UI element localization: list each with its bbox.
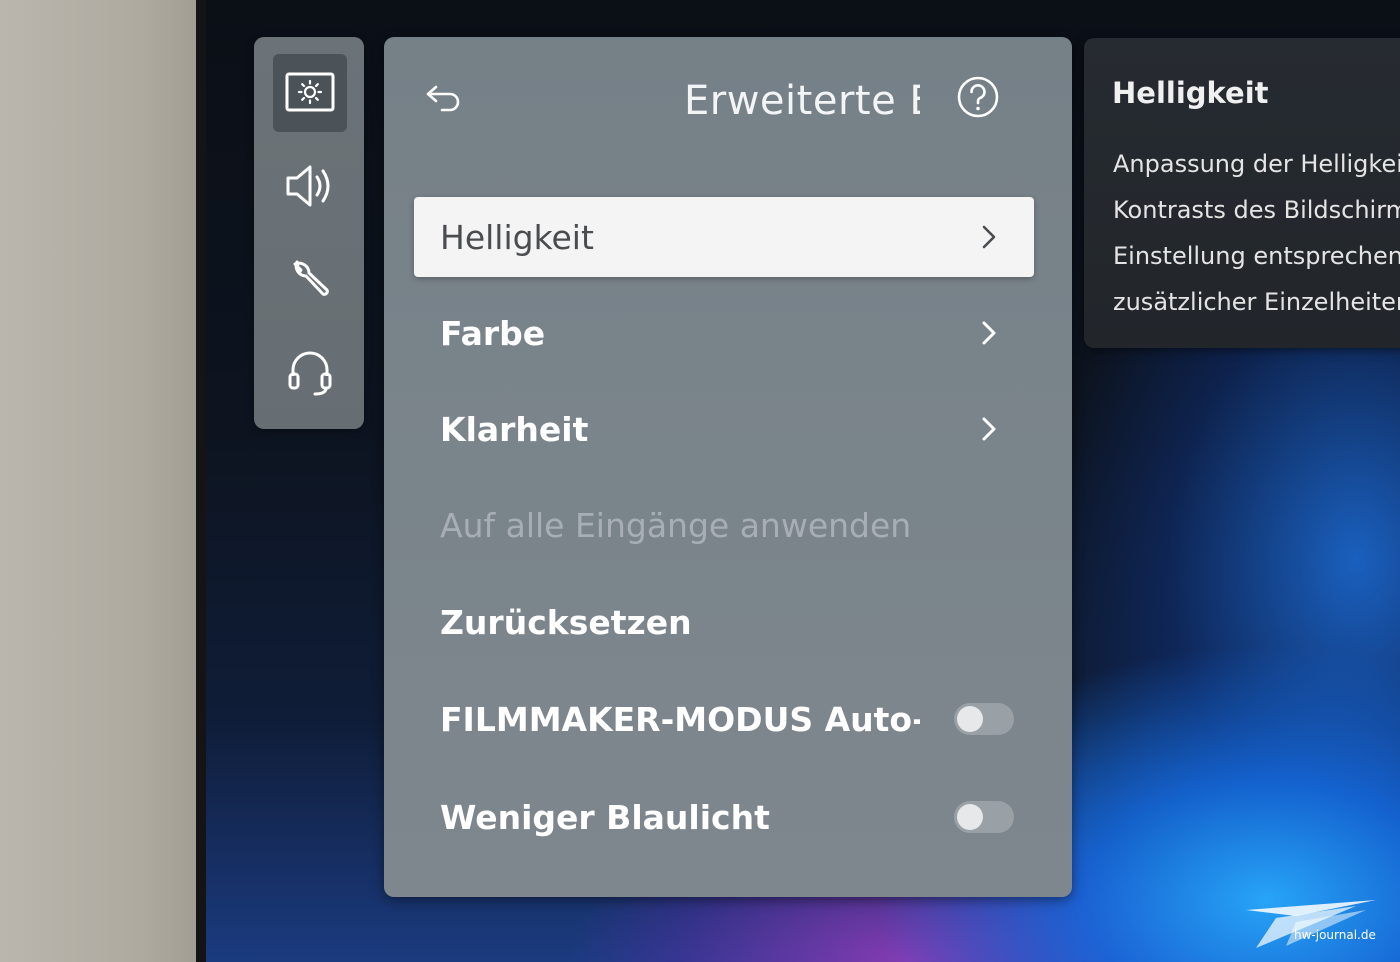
info-text-line: Einstellung entsprechend xyxy=(1113,242,1400,270)
back-arrow-icon[interactable] xyxy=(424,77,464,117)
menu-item-label: Helligkeit xyxy=(440,217,594,257)
wrench-icon xyxy=(293,260,329,296)
menu-item-clarity[interactable]: Klarheit xyxy=(414,389,1034,469)
category-sound-button[interactable] xyxy=(273,147,347,225)
filmmaker-mode-toggle[interactable] xyxy=(954,703,1014,735)
menu-item-label: FILMMAKER-MODUS Auto-... xyxy=(440,699,920,739)
info-text-line: zusätzlicher Einzelheiten xyxy=(1113,288,1400,316)
menu-item-less-blue-light[interactable]: Weniger Blaulicht xyxy=(414,777,1034,857)
less-blue-light-toggle[interactable] xyxy=(954,801,1014,833)
menu-item-color[interactable]: Farbe xyxy=(414,293,1034,373)
menu-item-label: Zurücksetzen xyxy=(440,602,692,642)
category-general-button[interactable] xyxy=(273,240,347,318)
headset-icon xyxy=(288,351,332,396)
menu-item-label: Weniger Blaulicht xyxy=(440,797,770,837)
info-text-line: Anpassung der Helligkeit xyxy=(1113,150,1400,178)
menu-item-brightness[interactable]: Helligkeit xyxy=(414,197,1034,277)
speaker-icon xyxy=(286,165,330,207)
chevron-right-icon xyxy=(982,321,996,345)
menu-item-apply-all-inputs[interactable]: Auf alle Eingänge anwenden xyxy=(414,485,1034,565)
info-title: Helligkeit xyxy=(1112,76,1269,110)
menu-item-label: Auf alle Eingänge anwenden xyxy=(440,505,912,545)
info-text-line: Kontrasts des Bildschirm xyxy=(1113,196,1400,224)
menu-item-filmmaker-mode[interactable]: FILMMAKER-MODUS Auto-... xyxy=(414,679,1034,759)
help-icon[interactable] xyxy=(956,75,1000,119)
category-support-button[interactable] xyxy=(273,333,347,411)
chevron-right-icon xyxy=(982,417,996,441)
menu-item-reset[interactable]: Zurücksetzen xyxy=(414,582,1034,662)
menu-item-label: Farbe xyxy=(440,313,546,353)
help-info-panel: Helligkeit Anpassung der Helligkeit Kont… xyxy=(1084,38,1400,348)
settings-category-bar xyxy=(254,37,364,429)
page-title: Erweiterte Einstellungen xyxy=(684,78,920,124)
chevron-right-icon xyxy=(982,225,996,249)
watermark-text: hw-journal.de xyxy=(1294,928,1376,942)
category-picture-button[interactable] xyxy=(273,54,347,132)
toggle-knob xyxy=(957,706,983,732)
picture-brightness-icon xyxy=(285,72,335,112)
watermark-logo xyxy=(1246,900,1376,948)
toggle-knob xyxy=(957,804,983,830)
advanced-settings-panel: Erweiterte Einstellungen Helligkeit Farb… xyxy=(384,37,1072,897)
menu-item-label: Klarheit xyxy=(440,409,589,449)
wall-background xyxy=(0,0,200,962)
